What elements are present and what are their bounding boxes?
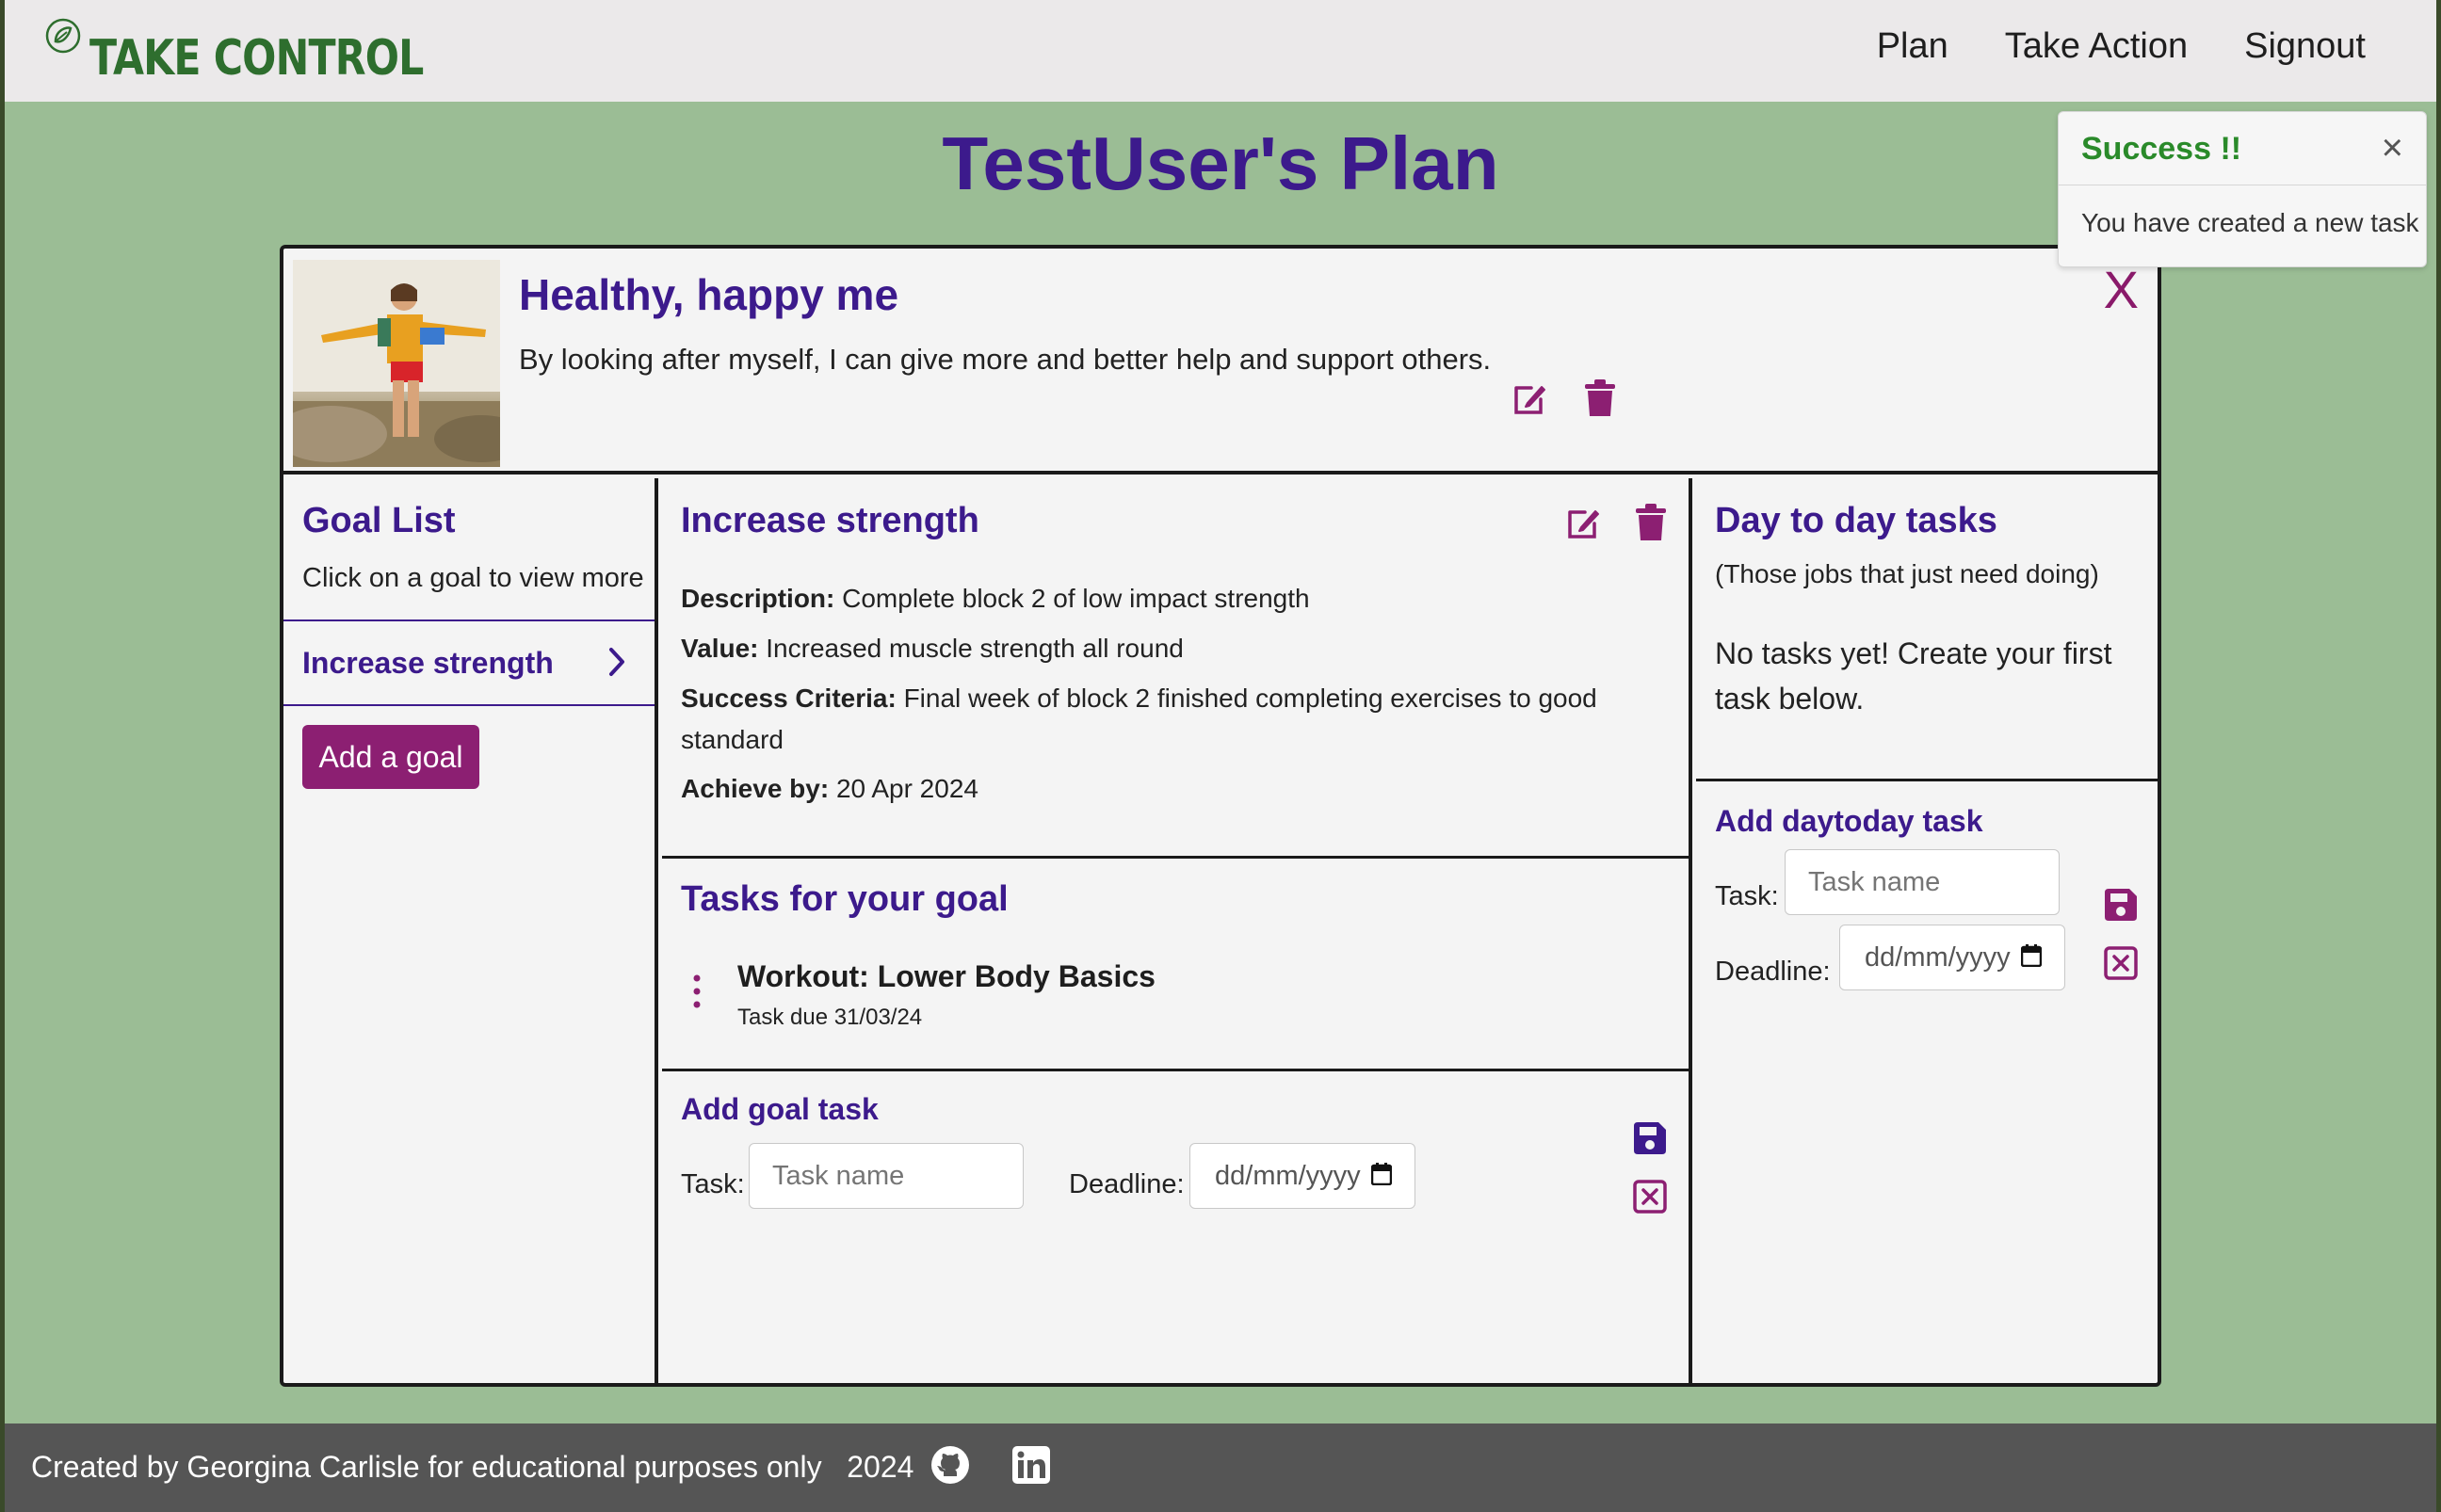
goal-task-name-input[interactable]: [749, 1143, 1024, 1209]
window-edge-right: [2436, 0, 2441, 1512]
linkedin-icon[interactable]: [1010, 1444, 1052, 1486]
plan-header: Healthy, happy me By looking after mysel…: [283, 249, 2158, 475]
goal-description: Complete block 2 of low impact strength: [842, 584, 1310, 613]
nav-link-take-action[interactable]: Take Action: [2005, 26, 2188, 67]
daytoday-deadline-label: Deadline:: [1715, 957, 1831, 987]
github-icon[interactable]: [930, 1444, 971, 1486]
nav-link-plan[interactable]: Plan: [1877, 26, 1948, 67]
goal-success-row: Success Criteria: Final week of block 2 …: [681, 678, 1660, 761]
navbar: TAKE CONTROL Plan Take Action Signout: [5, 0, 2436, 102]
delete-goal-icon[interactable]: [1634, 503, 1668, 542]
brand[interactable]: TAKE CONTROL: [42, 11, 496, 87]
cancel-daytoday-task-icon[interactable]: [2103, 945, 2139, 981]
close-plan-button[interactable]: X: [2104, 264, 2139, 316]
goal-description-row: Description: Complete block 2 of low imp…: [681, 578, 1660, 619]
goal-success-label: Success Criteria:: [681, 684, 897, 713]
delete-plan-icon[interactable]: [1583, 378, 1617, 418]
goal-achieve-date: 20 Apr 2024: [835, 774, 978, 803]
footer-text: Created by Georgina Carlisle for educati…: [31, 1450, 914, 1484]
toast-title: Success !!: [2081, 131, 2242, 167]
brand-name: TAKE CONTROL: [89, 30, 424, 87]
goal-list-column: Goal List Click on a goal to view more I…: [283, 478, 658, 1387]
task-name: Workout: Lower Body Basics: [737, 959, 1156, 993]
daytoday-deadline-value: dd/mm/yyyy: [1865, 942, 2011, 973]
success-toast: Success !! × You have created a new task: [2058, 111, 2427, 267]
chevron-right-icon: [609, 648, 624, 676]
add-daytoday-title: Add daytoday task: [1715, 804, 1983, 838]
day-to-day-title: Day to day tasks: [1715, 501, 1997, 540]
window-edge-left: [0, 0, 5, 1512]
goal-title: Increase strength: [681, 501, 979, 540]
daytoday-task-name-input[interactable]: [1785, 849, 2060, 915]
woman-hiker-image: [293, 260, 500, 467]
goal-item-increase-strength[interactable]: Increase strength: [283, 619, 655, 706]
vertical-dots-icon[interactable]: [692, 973, 702, 1010]
day-to-day-subtitle: (Those jobs that just need doing): [1715, 559, 2099, 588]
calendar-icon[interactable]: [1371, 1163, 1392, 1185]
goal-achieve-row: Achieve by: 20 Apr 2024: [681, 768, 1660, 810]
add-goal-task-title: Add goal task: [681, 1092, 879, 1126]
goal-list-title: Goal List: [302, 501, 456, 540]
save-daytoday-task-icon[interactable]: [2103, 887, 2139, 923]
goal-value-label: Value:: [681, 634, 759, 663]
goal-detail: Increase strength Description: Complete …: [662, 478, 1689, 859]
daytoday-task-label: Task:: [1715, 881, 1779, 911]
goal-achieve-label: Achieve by:: [681, 774, 830, 803]
day-to-day-empty-message: No tasks yet! Create your first task bel…: [1715, 636, 2112, 716]
plan-image: [293, 260, 500, 467]
goal-tasks-title: Tasks for your goal: [681, 879, 1009, 919]
nav-link-signout[interactable]: Signout: [2244, 26, 2366, 67]
goal-description-label: Description:: [681, 584, 835, 613]
goal-tasks-section: Tasks for your goal Workout: Lower Body …: [662, 859, 1689, 1071]
add-goal-button[interactable]: Add a goal: [302, 725, 479, 789]
daytoday-deadline-input[interactable]: dd/mm/yyyy: [1839, 925, 2065, 990]
plan-description: By looking after myself, I can give more…: [519, 343, 1492, 376]
calendar-icon[interactable]: [2021, 944, 2042, 967]
toast-header: Success !! ×: [2059, 112, 2426, 185]
plan-title: Healthy, happy me: [519, 270, 899, 319]
cancel-goal-task-icon[interactable]: [1632, 1179, 1668, 1214]
day-to-day-column: Day to day tasks (Those jobs that just n…: [1696, 478, 2158, 1387]
toast-message: You have created a new task: [2081, 208, 2419, 237]
plan-panel: Healthy, happy me By looking after mysel…: [280, 245, 2161, 1387]
save-goal-task-icon[interactable]: [1632, 1120, 1668, 1156]
goal-task-deadline-value: dd/mm/yyyy: [1215, 1161, 1361, 1191]
goal-task-label: Task:: [681, 1169, 745, 1199]
goal-item-label: Increase strength: [302, 646, 554, 680]
goal-value: Increased muscle strength all round: [766, 634, 1184, 663]
footer: Created by Georgina Carlisle for educati…: [5, 1424, 2436, 1512]
goal-list-hint: Click on a goal to view more: [302, 563, 644, 593]
goal-task-deadline-input[interactable]: dd/mm/yyyy: [1189, 1143, 1415, 1209]
add-goal-task-form: Add goal task Task: Deadline: dd/mm/yyyy: [662, 1071, 1689, 1382]
goal-value-row: Value: Increased muscle strength all rou…: [681, 628, 1660, 669]
goal-detail-column: Increase strength Description: Complete …: [662, 478, 1692, 1387]
task-due: Task due 31/03/24: [737, 1005, 923, 1030]
day-to-day-tasks: Day to day tasks (Those jobs that just n…: [1696, 478, 2158, 781]
goal-task-deadline-label: Deadline:: [1069, 1169, 1185, 1199]
task-item[interactable]: Workout: Lower Body Basics Task due 31/0…: [681, 957, 1623, 1033]
nav-links: Plan Take Action Signout: [1877, 26, 2366, 67]
toast-close-button[interactable]: ×: [2382, 127, 2403, 169]
edit-plan-icon[interactable]: [1511, 378, 1550, 418]
edit-goal-icon[interactable]: [1564, 503, 1604, 542]
leaf-logo-icon: [45, 18, 81, 54]
